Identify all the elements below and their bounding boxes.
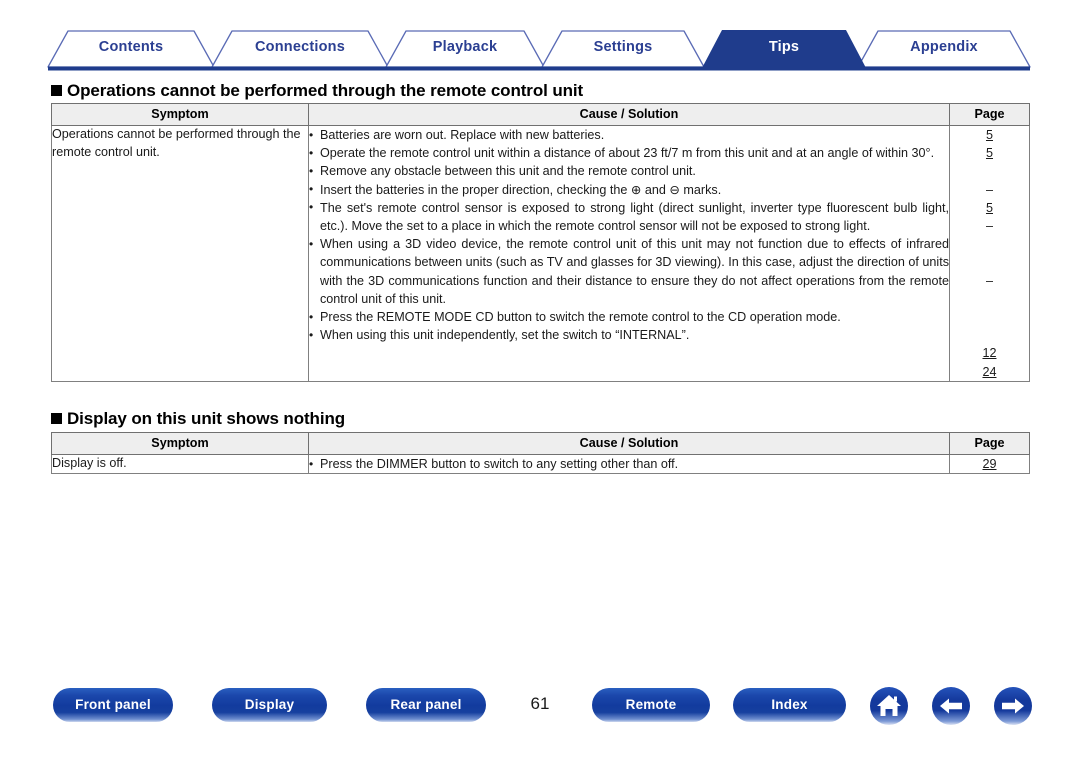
page-link[interactable]: 5: [950, 126, 1029, 144]
list-item: Press the REMOTE MODE CD button to switc…: [309, 308, 949, 326]
tab-settings[interactable]: Settings: [542, 27, 704, 68]
page-link[interactable]: 5: [950, 144, 1029, 162]
page-spacer: .: [950, 290, 1029, 308]
page-spacer: .: [950, 235, 1029, 253]
index-button[interactable]: Index: [733, 688, 846, 722]
tab-contents[interactable]: Contents: [48, 27, 214, 68]
rear-panel-button[interactable]: Rear panel: [366, 688, 486, 722]
troubleshooting-table-remote-control: Symptom Cause / Solution Page Operations…: [51, 103, 1030, 382]
col-page: Page: [949, 103, 1030, 126]
page-link[interactable]: 5: [950, 199, 1029, 217]
display-button[interactable]: Display: [212, 688, 327, 722]
col-symptom: Symptom: [51, 432, 309, 455]
list-item: Operate the remote control unit within a…: [309, 144, 949, 162]
page-dash: –: [985, 182, 993, 197]
cell-page: 5 5 . – 5 – . . – . . . 12 24: [949, 125, 1030, 382]
section-heading-remote-control: Operations cannot be performed through t…: [51, 81, 583, 101]
home-icon[interactable]: [870, 687, 908, 725]
table-header-row: Symptom Cause / Solution Page: [51, 432, 1030, 455]
page-spacer: .: [950, 253, 1029, 271]
arrow-left-icon[interactable]: [932, 687, 970, 725]
troubleshooting-table-display: Symptom Cause / Solution Page Display is…: [51, 432, 1030, 475]
list-item: Batteries are worn out. Replace with new…: [309, 125, 949, 144]
tab-playback[interactable]: Playback: [386, 27, 544, 68]
col-cause: Cause / Solution: [308, 103, 950, 126]
remote-button[interactable]: Remote: [592, 688, 710, 722]
cell-symptom: Operations cannot be performed through t…: [51, 125, 309, 382]
col-symptom: Symptom: [51, 103, 309, 126]
col-page: Page: [949, 432, 1030, 455]
cell-page: 29: [949, 453, 1030, 475]
page-dash: –: [985, 219, 993, 234]
cell-symptom: Display is off.: [51, 453, 309, 475]
arrow-right-icon[interactable]: [994, 687, 1032, 725]
table-row: Operations cannot be performed through t…: [51, 125, 1030, 382]
section-heading-text: Operations cannot be performed through t…: [67, 81, 584, 100]
page-reference-list[interactable]: 29: [950, 455, 1029, 473]
tab-appendix[interactable]: Appendix: [858, 27, 1030, 68]
list-item: Remove any obstacle between this unit an…: [309, 162, 949, 180]
cell-cause: Batteries are worn out. Replace with new…: [308, 125, 950, 382]
bullet-square-icon: [51, 85, 62, 96]
page-link[interactable]: 12: [950, 344, 1029, 362]
arrow-left-glyph: [940, 698, 962, 714]
list-item: When using this unit independently, set …: [309, 326, 949, 344]
section-heading-text: Display on this unit shows nothing: [67, 409, 346, 428]
list-item: When using a 3D video device, the remote…: [309, 235, 949, 308]
page-spacer: .: [950, 326, 1029, 344]
cause-bullet-list: Press the DIMMER button to switch to any…: [309, 454, 949, 473]
tab-tips[interactable]: Tips: [702, 27, 866, 68]
list-item: Insert the batteries in the proper direc…: [309, 180, 949, 199]
page-link[interactable]: 29: [950, 455, 1029, 473]
list-item: Press the DIMMER button to switch to any…: [309, 454, 949, 473]
list-item: The set's remote control sensor is expos…: [309, 198, 949, 235]
table-header-row: Symptom Cause / Solution Page: [51, 103, 1030, 126]
bullet-square-icon: [51, 413, 62, 424]
front-panel-button[interactable]: Front panel: [53, 688, 173, 722]
page-dash: –: [985, 273, 993, 288]
cause-bullet-list: Batteries are worn out. Replace with new…: [309, 125, 949, 344]
page-reference-list[interactable]: 5 5 . – 5 – . . – . . . 12 24: [950, 126, 1029, 381]
page-spacer: .: [950, 308, 1029, 326]
page-number: 61: [530, 694, 550, 713]
footer-navigation[interactable]: Front panel Display Rear panel 61 Remote…: [0, 687, 1080, 734]
arrow-right-glyph: [1002, 698, 1024, 714]
col-cause: Cause / Solution: [308, 432, 950, 455]
cell-cause: Press the DIMMER button to switch to any…: [308, 453, 950, 475]
tab-connections[interactable]: Connections: [212, 27, 388, 68]
table-row: Display is off. Press the DIMMER button …: [51, 453, 1030, 475]
section-heading-display: Display on this unit shows nothing: [51, 409, 345, 429]
page-link[interactable]: 24: [950, 363, 1029, 381]
page-spacer: .: [950, 162, 1029, 180]
home-glyph: [877, 695, 901, 716]
tab-bar[interactable]: Contents Connections Playback Settings T…: [46, 27, 1032, 71]
